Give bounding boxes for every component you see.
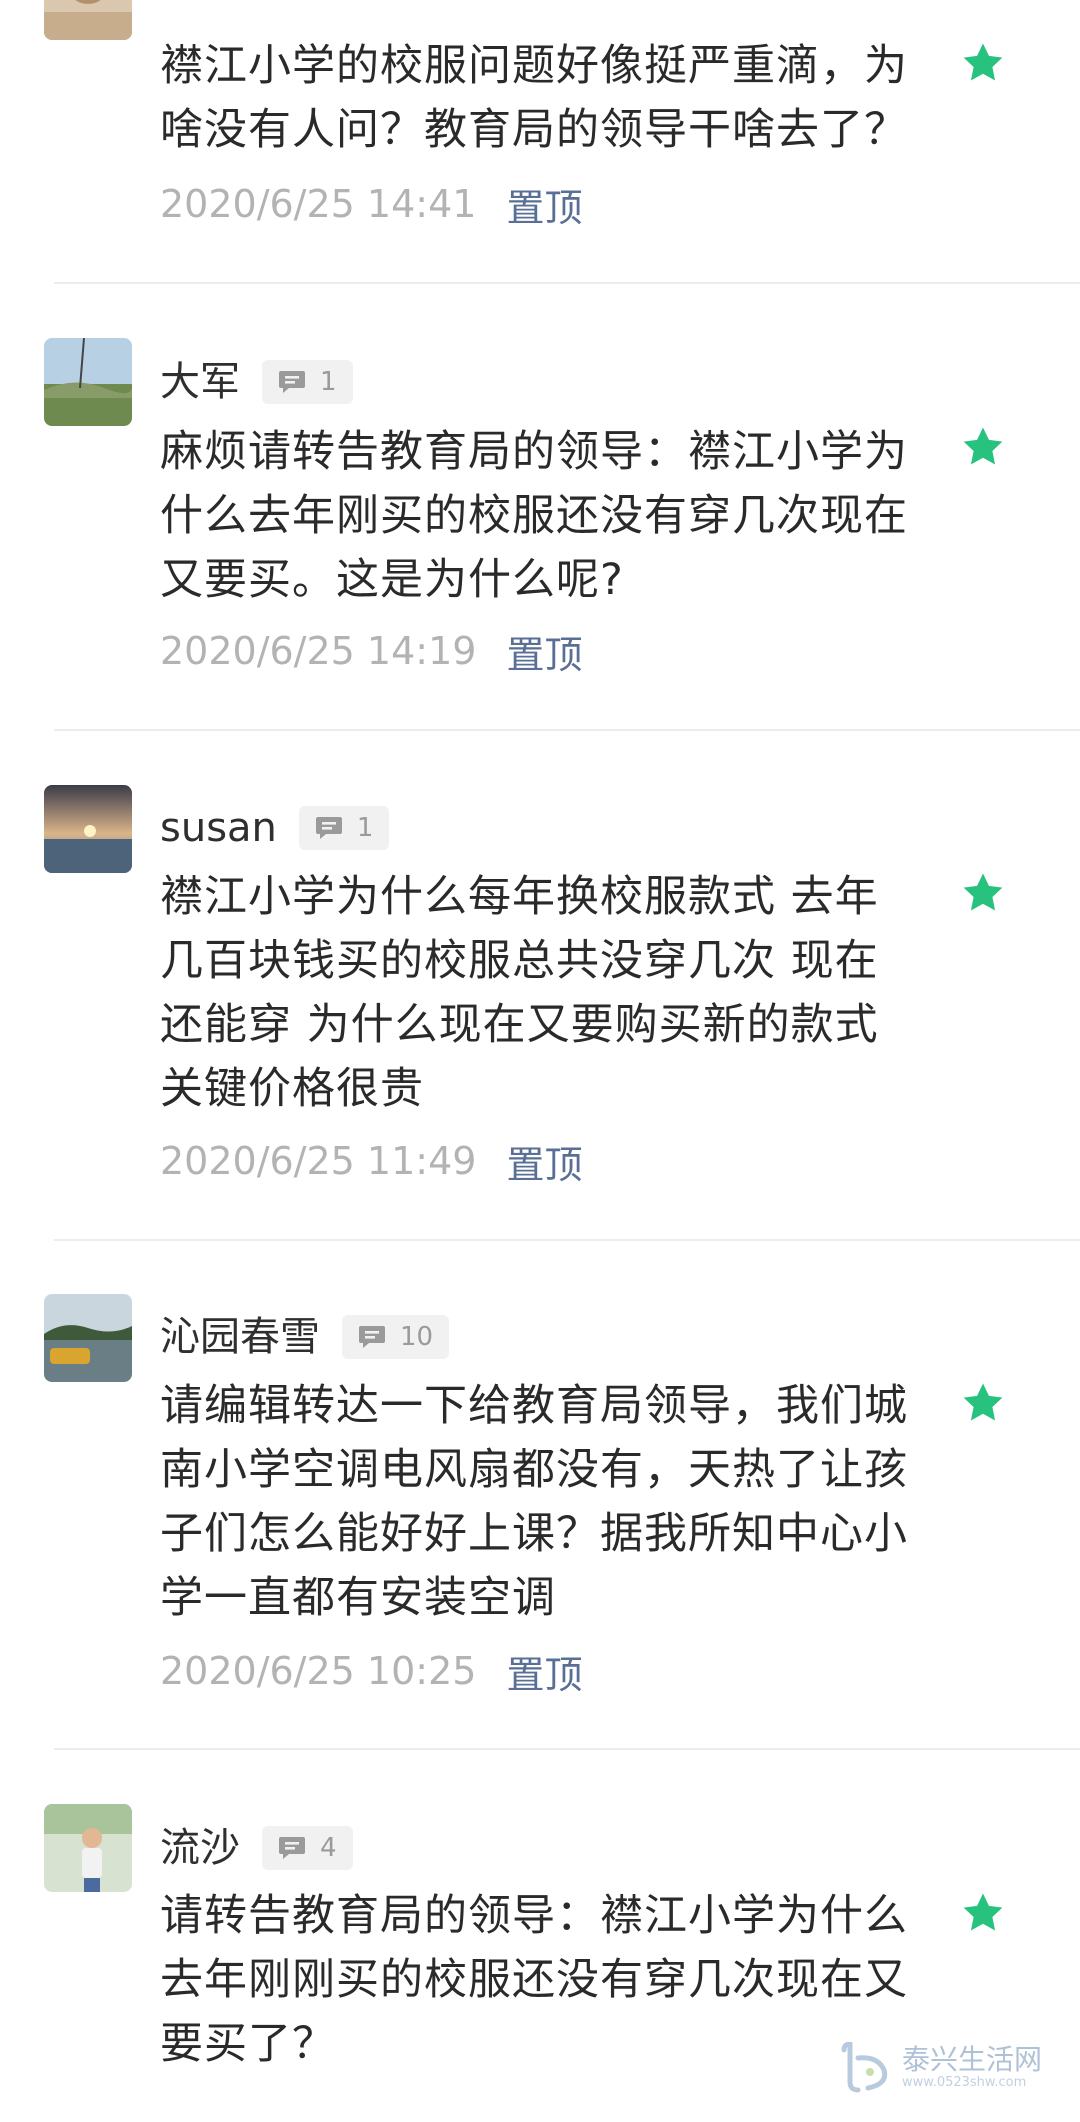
comment-meta: 2020/6/25 14:41 置顶 — [160, 176, 582, 232]
star-icon[interactable] — [960, 424, 1006, 470]
star-icon[interactable] — [960, 1890, 1006, 1936]
comment-date: 2020/6/25 11:49 — [160, 1139, 477, 1183]
watermark-url: www.0523shw.com — [901, 2075, 1027, 2090]
comment-bubble-icon — [279, 1837, 305, 1859]
comment-bubble-icon — [279, 371, 305, 393]
divider — [54, 1239, 1080, 1241]
avatar[interactable] — [44, 338, 132, 426]
comment-text: 请转告教育局的领导：襟江小学为什么去年刚刚买的校服还没有穿几次现在又要买了？ — [160, 1891, 908, 2069]
site-logo-icon — [841, 2042, 888, 2093]
comments-page: 襟江小学的校服问题好像挺严重滴，为啥没有人问？教育局的领导干啥去了？ 2020/… — [0, 0, 1080, 2122]
divider — [54, 1748, 1080, 1750]
comment-text: 襟江小学的校服问题好像挺严重滴，为啥没有人问？教育局的领导干啥去了？ — [160, 41, 908, 155]
comment-author: 流沙 — [160, 1825, 240, 1871]
comment-meta: 2020/6/25 14:19 置顶 — [160, 623, 582, 679]
avatar[interactable] — [44, 1804, 132, 1892]
watermark-text: 泰兴生活网 www.0523shw.com — [902, 2045, 1042, 2091]
divider — [54, 729, 1080, 731]
reply-count: 1 — [356, 813, 374, 843]
comment-header: 沁园春雪 10 — [160, 1312, 450, 1362]
comment-header: 大军 1 — [160, 357, 353, 407]
comment-text: 请编辑转达一下给教育局领导，我们城南小学空调电风扇都没有，天热了让孩子们怎么能好… — [160, 1381, 908, 1623]
comment-author: 大军 — [160, 359, 240, 405]
comment-text: 麻烦请转告教育局的领导：襟江小学为什么去年刚买的校服还没有穿几次现在又要买。这是… — [160, 427, 908, 605]
pin-button[interactable]: 置顶 — [506, 1134, 582, 1189]
reply-count: 10 — [400, 1322, 434, 1352]
avatar[interactable] — [44, 1294, 132, 1382]
star-icon[interactable] — [960, 40, 1006, 86]
star-icon[interactable] — [960, 1380, 1006, 1426]
watermark-logo: 泰兴生活网 www.0523shw.com — [838, 2042, 1042, 2094]
comment-header: 流沙 4 — [160, 1823, 353, 1873]
reply-count-badge[interactable]: 4 — [262, 1826, 353, 1870]
comment-date: 2020/6/25 10:25 — [160, 1649, 477, 1693]
reply-count-badge[interactable]: 1 — [262, 360, 353, 404]
comment-author: 沁园春雪 — [160, 1314, 320, 1360]
reply-count-badge[interactable]: 10 — [342, 1315, 450, 1359]
comment-text: 襟江小学为什么每年换校服款式 去年几百块钱买的校服总共没穿几次 现在还能穿 为什… — [160, 872, 879, 1114]
pin-button[interactable]: 置顶 — [506, 624, 582, 679]
pin-button[interactable]: 置顶 — [506, 1644, 582, 1699]
comment-bubble-icon — [315, 817, 342, 839]
avatar[interactable] — [44, 0, 132, 40]
comment-date: 2020/6/25 14:19 — [160, 629, 477, 673]
reply-count: 1 — [320, 367, 337, 397]
comment-bubble-icon — [359, 1326, 385, 1348]
comment-meta: 2020/6/25 11:49 置顶 — [160, 1133, 582, 1189]
pin-button[interactable]: 置顶 — [506, 177, 582, 232]
comment-author: susan — [160, 805, 277, 851]
reply-count-badge[interactable]: 1 — [298, 806, 390, 850]
comment-meta: 2020/6/25 10:25 置顶 — [160, 1643, 582, 1699]
star-icon[interactable] — [960, 870, 1006, 916]
watermark-title: 泰兴生活网 — [901, 2043, 1042, 2076]
divider — [54, 282, 1080, 284]
comment-header: susan 1 — [160, 803, 390, 853]
comment-date: 2020/6/25 14:41 — [160, 182, 477, 226]
reply-count: 4 — [320, 1833, 337, 1863]
avatar[interactable] — [44, 785, 132, 873]
